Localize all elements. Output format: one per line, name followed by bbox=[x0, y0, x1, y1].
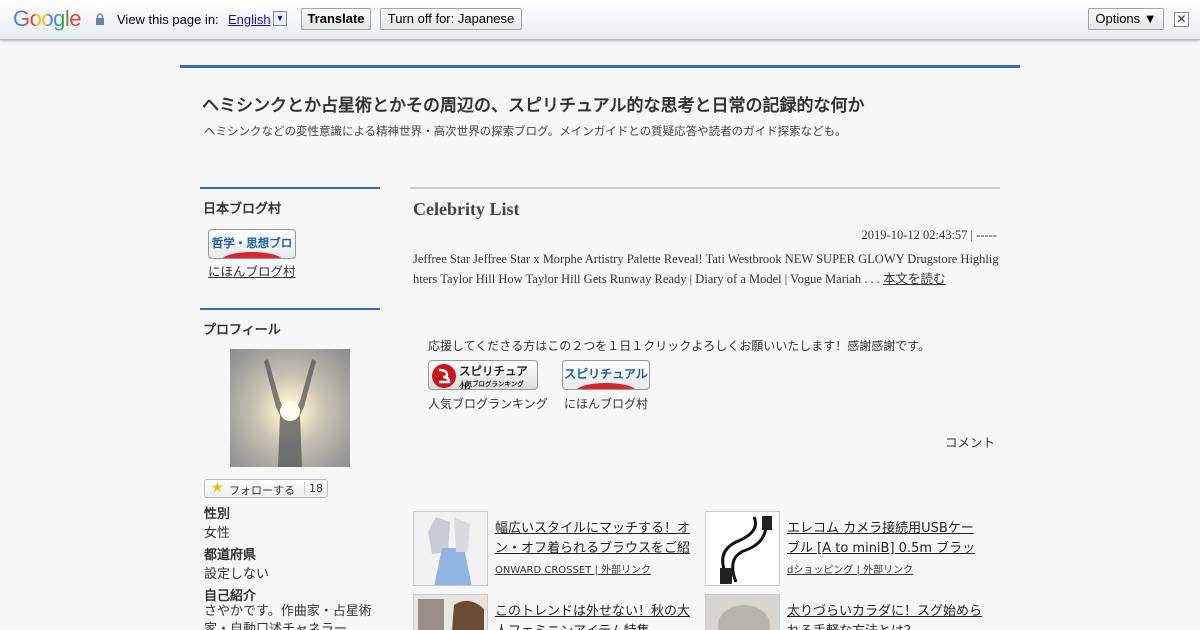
ad-thumbnail-health[interactable] bbox=[705, 594, 780, 630]
ad-thumbnail-usb-cable[interactable] bbox=[705, 511, 780, 586]
blogmura-banner[interactable]: 哲学・思想ブログ bbox=[208, 229, 296, 259]
star-icon: ★ bbox=[211, 480, 224, 496]
article-rule bbox=[410, 187, 1000, 189]
support-text: 応援してくださる方はこの２つを１日１クリックよろしくお願いいたします！感謝感謝で… bbox=[428, 339, 931, 353]
close-icon[interactable]: ✕ bbox=[1174, 12, 1189, 27]
header-rule bbox=[180, 65, 1020, 68]
profile-prefecture-value: 設定しない bbox=[204, 567, 270, 582]
profile-avatar bbox=[230, 349, 350, 467]
turn-off-button[interactable]: Turn off for: Japanese bbox=[380, 8, 522, 30]
ad-thumbnail-fashion[interactable] bbox=[413, 594, 488, 630]
ad-source[interactable]: ONWARD CROSSET | 外部リンク bbox=[495, 561, 651, 576]
comment-link[interactable]: コメント bbox=[945, 432, 995, 451]
follow-count: 18 bbox=[309, 482, 323, 495]
article-excerpt: Jeffree Star Jeffree Star x Morphe Artis… bbox=[413, 249, 999, 289]
usb-cable-image bbox=[706, 512, 779, 585]
language-link[interactable]: English bbox=[228, 12, 271, 27]
ad-title[interactable]: 太りづらいカラダに！スグ始められる手軽な方法とは？ bbox=[787, 602, 985, 630]
ranking-logo-icon bbox=[432, 364, 456, 388]
google-logo: Google bbox=[13, 6, 81, 32]
fashion-image bbox=[414, 595, 487, 630]
article-date: 2019-10-12 02:43:57 | ----- bbox=[861, 228, 997, 242]
lock-icon bbox=[96, 13, 104, 25]
options-button[interactable]: Options ▼ bbox=[1088, 8, 1164, 30]
ad-title[interactable]: エレコム カメラ接続用USBケーブル [A to miniB] 0.5m ブラッ… bbox=[787, 519, 985, 559]
blogmura-spiritual-banner[interactable]: スピリチュアル bbox=[562, 360, 650, 390]
blogmura-link[interactable]: にほんブログ村 bbox=[208, 261, 296, 280]
blouse-image bbox=[414, 512, 487, 585]
ad-thumbnail-blouse[interactable] bbox=[413, 511, 488, 586]
profile-prefecture-label: 都道府県 bbox=[204, 548, 257, 563]
profile-intro-value: さやかです。作曲家・占星術家・自動口述チャネラー bbox=[204, 604, 372, 630]
follow-label: フォローする bbox=[229, 484, 295, 497]
ranking-banner[interactable]: スピリチュアル 人気ブログランキング bbox=[428, 360, 538, 390]
ranking-link[interactable]: 人気ブログランキング bbox=[428, 395, 548, 412]
blogmura-spiritual-link[interactable]: にほんブログ村 bbox=[564, 395, 648, 412]
ad-title[interactable]: このトレンドは外せない！秋の大人フェミニンアイテム特集 bbox=[495, 602, 693, 630]
site-title[interactable]: ヘミシンクとか占星術とかその周辺の、スピリチュアル的な思考と日常の記録的な何か bbox=[202, 91, 865, 116]
blogmura-spiritual-text: スピリチュアル bbox=[564, 367, 648, 381]
profile-intro-label: 自己紹介 bbox=[204, 589, 257, 604]
profile-gender-label: 性別 bbox=[204, 507, 231, 522]
blogmura-heading: 日本ブログ村 bbox=[200, 187, 380, 217]
article-title[interactable]: Celebrity List bbox=[413, 199, 519, 220]
google-logo-text: Google bbox=[13, 6, 81, 31]
view-page-text: View this page in: bbox=[117, 12, 219, 27]
translate-bar: Google View this page in: English ▼ Tran… bbox=[0, 0, 1200, 40]
site-description: ヘミシンクなどの変性意識による精神世界・高次世界の探索ブログ。メインガイドとの質… bbox=[204, 124, 847, 138]
follow-button[interactable]: ★ フォローする 18 bbox=[204, 479, 328, 498]
ad-source[interactable]: dショッピング | 外部リンク bbox=[787, 561, 913, 576]
read-more-link[interactable]: 本文を読む bbox=[883, 272, 946, 286]
ad-title[interactable]: 幅広いスタイルにマッチする！オン・オフ着られるブラウスをご紹介 bbox=[495, 519, 693, 559]
person-silhouette-icon bbox=[264, 359, 316, 467]
profile-heading: プロフィール bbox=[200, 308, 380, 338]
translate-button[interactable]: Translate bbox=[301, 8, 371, 30]
profile-gender-value: 女性 bbox=[204, 526, 231, 541]
language-dropdown-icon[interactable]: ▼ bbox=[273, 11, 287, 26]
ranking-banner-sub: 人気ブログランキング bbox=[459, 380, 524, 388]
health-image bbox=[706, 595, 779, 630]
